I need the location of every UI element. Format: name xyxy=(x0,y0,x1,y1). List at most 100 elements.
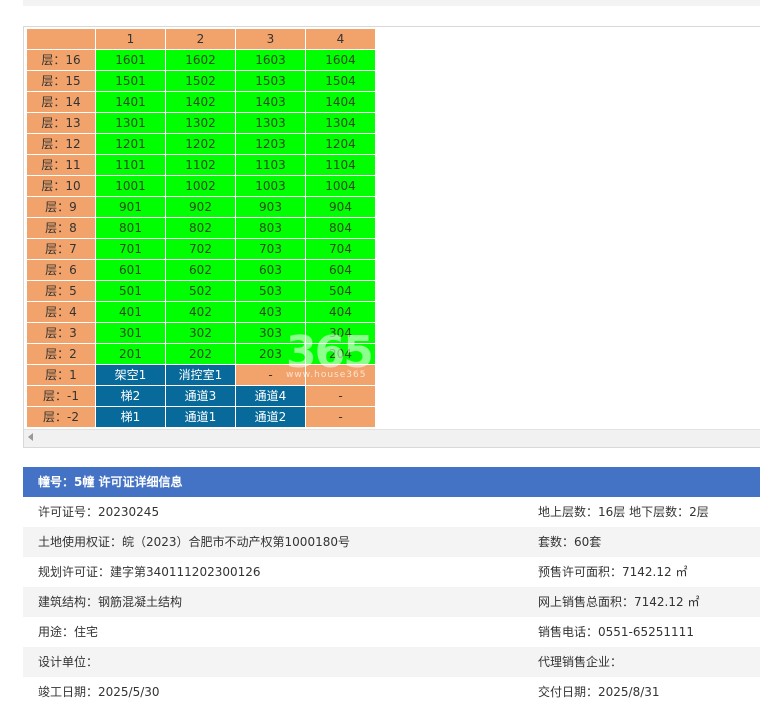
unit-cell[interactable]: 1602 xyxy=(165,49,236,71)
license-field-right: 地上层数：16层 地下层数：2层 xyxy=(538,505,709,519)
unit-cell[interactable]: 梯2 xyxy=(95,385,166,407)
unit-cell[interactable]: 1303 xyxy=(235,112,306,134)
unit-cell[interactable]: 303 xyxy=(235,322,306,344)
unit-cell[interactable]: 通道2 xyxy=(235,406,306,428)
unit-cell[interactable]: 1102 xyxy=(165,154,236,176)
unit-cell[interactable]: 804 xyxy=(305,217,376,239)
unit-cell[interactable]: 1502 xyxy=(165,70,236,92)
unit-cell[interactable]: 801 xyxy=(95,217,166,239)
unit-cell[interactable]: 704 xyxy=(305,238,376,260)
unit-cell[interactable]: 1401 xyxy=(95,91,166,113)
unit-cell[interactable]: 202 xyxy=(165,343,236,365)
unit-cell: - xyxy=(235,364,306,386)
unit-cell[interactable]: 架空1 xyxy=(95,364,166,386)
unit-cell[interactable]: 602 xyxy=(165,259,236,281)
unit-cell[interactable]: 1201 xyxy=(95,133,166,155)
unit-cell[interactable]: 204 xyxy=(305,343,376,365)
unit-cell[interactable]: 1603 xyxy=(235,49,306,71)
unit-cell[interactable]: 1402 xyxy=(165,91,236,113)
license-field-right: 预售许可面积：7142.12 ㎡ xyxy=(538,565,688,579)
unit-cell[interactable]: 1302 xyxy=(165,112,236,134)
unit-cell[interactable]: 1002 xyxy=(165,175,236,197)
unit-cell[interactable]: 通道3 xyxy=(165,385,236,407)
license-field-right: 网上销售总面积：7142.12 ㎡ xyxy=(538,595,700,609)
floor-row: 层：10 1001 1002 1003 1004 xyxy=(26,175,376,197)
unit-grid-panel[interactable]: 1 2 3 4 层：16 1601 1602 1603 1604 层：15 1501 1502 1503… xyxy=(23,26,760,448)
unit-cell[interactable]: 302 xyxy=(165,322,236,344)
unit-cell[interactable]: 1104 xyxy=(305,154,376,176)
unit-cell[interactable]: 504 xyxy=(305,280,376,302)
unit-cell[interactable]: 901 xyxy=(95,196,166,218)
unit-cell[interactable]: 1501 xyxy=(95,70,166,92)
unit-cell[interactable]: 1101 xyxy=(95,154,166,176)
unit-cell[interactable]: 903 xyxy=(235,196,306,218)
header-row: 1234 xyxy=(26,28,376,50)
unit-cell[interactable]: 601 xyxy=(95,259,166,281)
unit-cell[interactable]: 501 xyxy=(95,280,166,302)
unit-cell[interactable]: 消控室1 xyxy=(165,364,236,386)
floor-row: 层：4 401 402 403 404 xyxy=(26,301,376,323)
scroll-left-arrow-icon[interactable] xyxy=(28,433,33,441)
horizontal-scrollbar[interactable] xyxy=(24,429,760,447)
unit-cell[interactable]: 1301 xyxy=(95,112,166,134)
unit-cell[interactable]: 803 xyxy=(235,217,306,239)
license-info-row: 土地使用权证：皖（2023）合肥市不动产权第1000180号 套数：60套 xyxy=(23,527,760,557)
floor-label: 层：3 xyxy=(26,322,96,344)
unit-cell[interactable]: 404 xyxy=(305,301,376,323)
column-header: 2 xyxy=(165,28,236,50)
floor-row: 层：-1 梯2 通道3 通道4- xyxy=(26,385,376,407)
license-field-right: 代理销售企业： xyxy=(538,655,623,669)
unit-cell[interactable]: 1204 xyxy=(305,133,376,155)
unit-cell[interactable]: 1604 xyxy=(305,49,376,71)
unit-cell[interactable]: 502 xyxy=(165,280,236,302)
floor-label: 层：8 xyxy=(26,217,96,239)
license-info-row: 建筑结构：钢筋混凝土结构 网上销售总面积：7142.12 ㎡ xyxy=(23,587,760,617)
unit-table: 1 2 3 4 层：16 1601 1602 1603 1604 层：15 1501 1502 1503… xyxy=(26,28,376,428)
unit-cell[interactable]: 703 xyxy=(235,238,306,260)
unit-cell[interactable]: 1103 xyxy=(235,154,306,176)
unit-cell[interactable]: 1001 xyxy=(95,175,166,197)
unit-cell[interactable]: 603 xyxy=(235,259,306,281)
unit-cell[interactable]: 梯1 xyxy=(95,406,166,428)
unit-cell[interactable]: 1404 xyxy=(305,91,376,113)
floor-label: 层：12 xyxy=(26,133,96,155)
unit-cell[interactable]: 通道4 xyxy=(235,385,306,407)
unit-cell[interactable]: 通道1 xyxy=(165,406,236,428)
column-header: 1 xyxy=(95,28,166,50)
unit-cell[interactable]: 1203 xyxy=(235,133,306,155)
license-field-left: 许可证号：20230245 xyxy=(38,505,160,519)
unit-cell[interactable]: 201 xyxy=(95,343,166,365)
unit-cell[interactable]: 1504 xyxy=(305,70,376,92)
unit-cell[interactable]: 702 xyxy=(165,238,236,260)
unit-cell[interactable]: 802 xyxy=(165,217,236,239)
unit-cell[interactable]: 402 xyxy=(165,301,236,323)
floor-row: 层：9 901 902 903 904 xyxy=(26,196,376,218)
floor-row: 层：14 1401 1402 1403 1404 xyxy=(26,91,376,113)
unit-cell[interactable]: 1202 xyxy=(165,133,236,155)
floor-row: 层：12 1201 1202 1203 1204 xyxy=(26,133,376,155)
unit-cell[interactable]: 1601 xyxy=(95,49,166,71)
floor-row: 层：2 201 202 203 204 xyxy=(26,343,376,365)
unit-cell[interactable]: 503 xyxy=(235,280,306,302)
unit-cell[interactable]: 1403 xyxy=(235,91,306,113)
unit-cell[interactable]: 401 xyxy=(95,301,166,323)
license-field-left: 竣工日期：2025/5/30 xyxy=(38,685,160,699)
column-header: 4 xyxy=(305,28,376,50)
unit-cell[interactable]: 403 xyxy=(235,301,306,323)
license-field-right: 套数：60套 xyxy=(538,535,602,549)
floor-row: 层：1 架空1 消控室1- xyxy=(26,364,376,386)
unit-cell[interactable]: 304 xyxy=(305,322,376,344)
unit-cell[interactable]: 301 xyxy=(95,322,166,344)
unit-cell[interactable]: 701 xyxy=(95,238,166,260)
unit-cell[interactable]: 904 xyxy=(305,196,376,218)
unit-cell[interactable]: 604 xyxy=(305,259,376,281)
unit-cell[interactable]: 902 xyxy=(165,196,236,218)
unit-cell[interactable]: 1503 xyxy=(235,70,306,92)
floor-label: 层：4 xyxy=(26,301,96,323)
unit-cell[interactable]: 1304 xyxy=(305,112,376,134)
floor-label: 层：16 xyxy=(26,49,96,71)
unit-cell[interactable]: 1004 xyxy=(305,175,376,197)
floor-row: 层：16 1601 1602 1603 1604 xyxy=(26,49,376,71)
unit-cell[interactable]: 1003 xyxy=(235,175,306,197)
unit-cell[interactable]: 203 xyxy=(235,343,306,365)
